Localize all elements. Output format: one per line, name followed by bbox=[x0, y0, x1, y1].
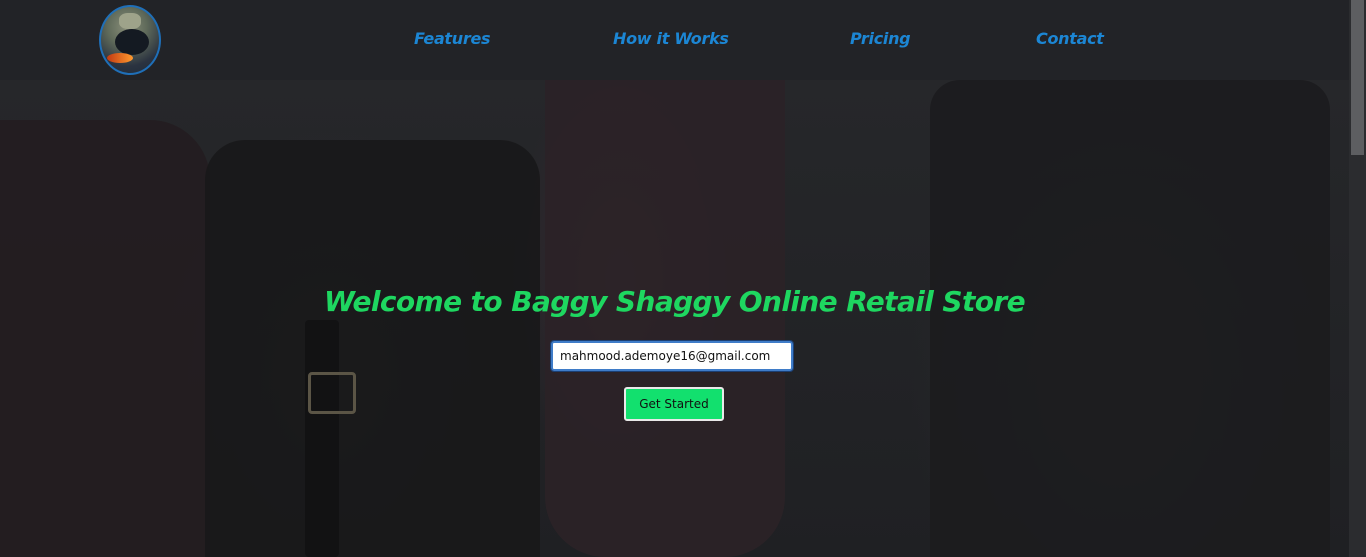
person-coat-shape bbox=[545, 80, 785, 557]
page-scrollbar[interactable] bbox=[1349, 0, 1366, 557]
page: Features How it Works Pricing Contact We… bbox=[0, 0, 1366, 557]
nav-link-contact[interactable]: Contact bbox=[1036, 29, 1104, 48]
nav-link-pricing[interactable]: Pricing bbox=[850, 29, 911, 48]
person-sleeve-shape bbox=[0, 120, 210, 557]
logo-flame-shape bbox=[107, 53, 133, 63]
backpack-left-shape bbox=[205, 140, 540, 557]
nav-link-features[interactable]: Features bbox=[414, 29, 491, 48]
get-started-button[interactable]: Get Started bbox=[624, 387, 724, 421]
backpack-right-shape bbox=[930, 80, 1330, 557]
backpack-buckle-shape bbox=[308, 372, 356, 414]
site-logo[interactable] bbox=[99, 5, 161, 75]
nav-link-how-it-works[interactable]: How it Works bbox=[613, 29, 729, 48]
hero-title: Welcome to Baggy Shaggy Online Retail St… bbox=[324, 285, 1026, 318]
hero-background-image bbox=[0, 80, 1349, 557]
scrollbar-thumb[interactable] bbox=[1351, 0, 1364, 155]
email-input[interactable] bbox=[550, 340, 794, 372]
logo-creature-shape bbox=[115, 29, 149, 55]
logo-stone-shape bbox=[119, 13, 141, 29]
site-header: Features How it Works Pricing Contact bbox=[0, 0, 1349, 80]
backpack-strap-shape bbox=[305, 320, 339, 557]
